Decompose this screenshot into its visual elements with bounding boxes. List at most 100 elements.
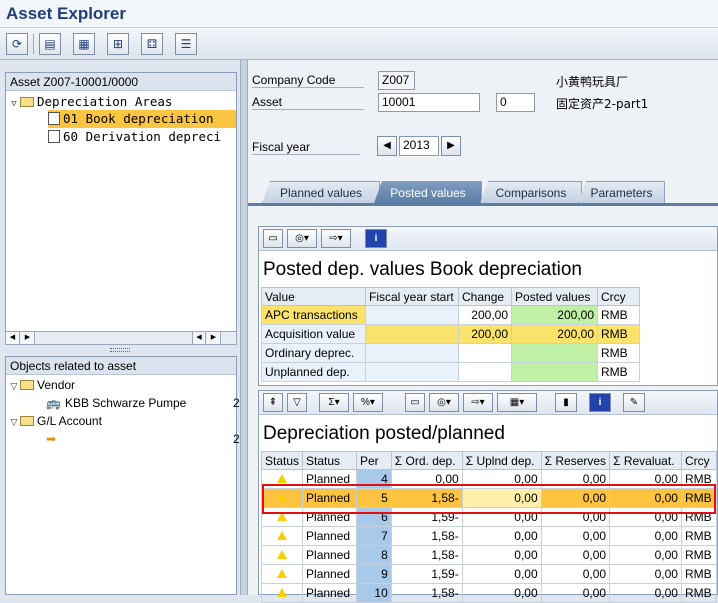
tab-parameters[interactable]: Parameters (578, 181, 665, 203)
table-row[interactable]: Planned 7 1,58- 0,00 0,00 0,00 RMB (260, 526, 718, 546)
ordinary-dep-cell: 1,59- (390, 507, 463, 527)
fiscal-year-field[interactable]: 2013 (399, 136, 439, 156)
table-row[interactable]: Acquisition value 200,00 200,00 RMB (261, 324, 640, 344)
expand-icon[interactable]: ▽ (8, 377, 20, 395)
column-header[interactable]: Status (302, 451, 357, 470)
table-row[interactable]: Planned 9 1,59- 0,00 0,00 0,00 RMB (260, 564, 718, 584)
simulation-icon[interactable]: ⚃ (141, 33, 163, 55)
asset-structure-icon[interactable]: ⊞ (107, 33, 129, 55)
asset-subnumber-field[interactable]: 0 (496, 93, 535, 112)
filter-icon[interactable]: ▽ (287, 393, 307, 412)
details-icon[interactable]: ▭ (263, 229, 283, 248)
scroll-left-icon[interactable]: ◀ (6, 332, 20, 344)
display-change-icon[interactable]: ▤ (39, 33, 61, 55)
period-cell: 9 (355, 564, 392, 584)
export-icon[interactable]: ⇨▾ (463, 393, 493, 412)
column-header[interactable]: Fiscal year start (365, 287, 459, 306)
sum-icon[interactable]: Σ▾ (319, 393, 349, 412)
next-year-icon[interactable]: ▶ (441, 136, 461, 156)
view-icon[interactable]: ◎▾ (287, 229, 317, 248)
table-row[interactable]: Planned 8 1,58- 0,00 0,00 0,00 RMB (260, 545, 718, 565)
tree-item-gl-account-entry[interactable]: ➡ 2 (46, 430, 240, 448)
arrow-icon: ➡ (46, 432, 57, 446)
column-header[interactable]: Σ Ord. dep. (390, 451, 463, 470)
info-list-icon[interactable]: ☰ (175, 33, 197, 55)
tab-comparisons[interactable]: Comparisons (480, 181, 582, 203)
tree-item-vendor[interactable]: ▽ Vendor (8, 376, 76, 395)
change-cell (458, 343, 512, 363)
folder-icon (20, 97, 34, 107)
status-icon-cell (260, 526, 304, 546)
tab-planned-values[interactable]: Planned values (262, 181, 380, 203)
worklist-icon[interactable]: ▦ (73, 33, 95, 55)
related-objects-header: Objects related to asset (6, 357, 236, 375)
column-header[interactable]: Σ Revaluat. (609, 451, 682, 470)
table-row[interactable]: Ordinary deprec. RMB (261, 343, 640, 363)
column-header[interactable]: Value (261, 287, 366, 306)
status-cell: Planned (302, 526, 357, 546)
tree-item-book-depreciation[interactable]: 01 Book depreciation (48, 110, 236, 128)
tree-item-depreciation-areas[interactable]: ▽ Depreciation Areas (8, 93, 236, 111)
scroll-right-end-icon[interactable]: ▶ (207, 332, 221, 344)
unplanned-dep-cell: 0,00 (461, 488, 542, 508)
column-header[interactable]: Status (260, 451, 304, 470)
company-code-field[interactable]: Z007 (378, 71, 415, 90)
table-row[interactable]: APC transactions 200,00 200,00 RMB (261, 305, 640, 325)
start-cell (365, 305, 459, 325)
vertical-splitter[interactable] (240, 60, 248, 595)
column-header[interactable]: Crcy (597, 287, 640, 306)
value-cell: Unplanned dep. (261, 362, 366, 382)
table-row[interactable]: Unplanned dep. RMB (261, 362, 640, 382)
view-icon[interactable]: ◎▾ (429, 393, 459, 412)
info-icon[interactable]: i (365, 229, 387, 248)
warning-icon (277, 474, 288, 483)
depreciation-table: Status Status Per Σ Ord. dep. Σ Uplnd de… (260, 451, 718, 603)
refresh-icon[interactable]: ⟳ (6, 33, 28, 55)
sort-ascending-icon[interactable]: ⇞ (263, 393, 283, 412)
change-cell: 200,00 (458, 324, 512, 344)
column-header[interactable]: Change (458, 287, 512, 306)
column-header[interactable]: Crcy (680, 451, 718, 470)
asset-number-field[interactable]: 10001 (378, 93, 480, 112)
document-icon[interactable]: ✎ (623, 393, 645, 412)
ordinary-dep-cell: 0,00 (390, 469, 463, 489)
table-row-selected[interactable]: Planned 5 1,58- 0,00 0,00 0,00 RMB (260, 488, 718, 508)
status-icon-cell (260, 564, 304, 584)
pane-splitter[interactable] (110, 348, 130, 352)
table-row[interactable]: Planned 6 1,59- 0,00 0,00 0,00 RMB (260, 507, 718, 527)
currency-cell: RMB (680, 564, 718, 584)
export-icon[interactable]: ⇨▾ (321, 229, 351, 248)
currency-cell: RMB (680, 583, 718, 603)
table-row[interactable]: Planned 4 0,00 0,00 0,00 0,00 RMB (260, 469, 718, 489)
expand-icon[interactable]: ▽ (8, 95, 20, 113)
column-header[interactable]: Per (355, 451, 392, 470)
expand-icon[interactable]: ▽ (8, 413, 20, 431)
revaluation-cell: 0,00 (609, 526, 682, 546)
revaluation-cell: 0,00 (609, 488, 682, 508)
currency-cell: RMB (680, 507, 718, 527)
tab-posted-values[interactable]: Posted values (374, 181, 482, 203)
subtotal-icon[interactable]: %▾ (353, 393, 383, 412)
posted-cell (511, 343, 598, 363)
reserves-cell: 0,00 (540, 564, 611, 584)
details-icon[interactable]: ▭ (405, 393, 425, 412)
asset-tree-header: Asset Z007-10001/0000 (6, 73, 236, 91)
ordinary-dep-cell: 1,58- (390, 526, 463, 546)
tree-item-gl-account[interactable]: ▽ G/L Account (8, 412, 102, 430)
currency-cell: RMB (680, 469, 718, 489)
column-header[interactable]: Σ Reserves (540, 451, 611, 470)
reserves-cell: 0,00 (540, 526, 611, 546)
tree-horizontal-scrollbar[interactable]: ◀ ▶ ◀ ▶ (5, 331, 237, 345)
scroll-right-icon[interactable]: ▶ (21, 332, 35, 344)
info-icon[interactable]: i (589, 393, 611, 412)
tree-item-derivation-depreciation[interactable]: 60 Derivation depreci (48, 128, 236, 146)
tab-strip-line (248, 203, 718, 206)
previous-year-icon[interactable]: ◀ (377, 136, 397, 156)
scroll-left-end-icon[interactable]: ◀ (192, 332, 206, 344)
layout-icon[interactable]: ▦▾ (497, 393, 537, 412)
column-header[interactable]: Posted values (511, 287, 598, 306)
tree-item-vendor-name[interactable]: 🚌 KBB Schwarze Pumpe 2 (46, 394, 240, 412)
graphic-icon[interactable]: ▮ (555, 393, 577, 412)
column-header[interactable]: Σ Uplnd dep. (461, 451, 542, 470)
table-row[interactable]: Planned 10 1,58- 0,00 0,00 0,00 RMB (260, 583, 718, 603)
